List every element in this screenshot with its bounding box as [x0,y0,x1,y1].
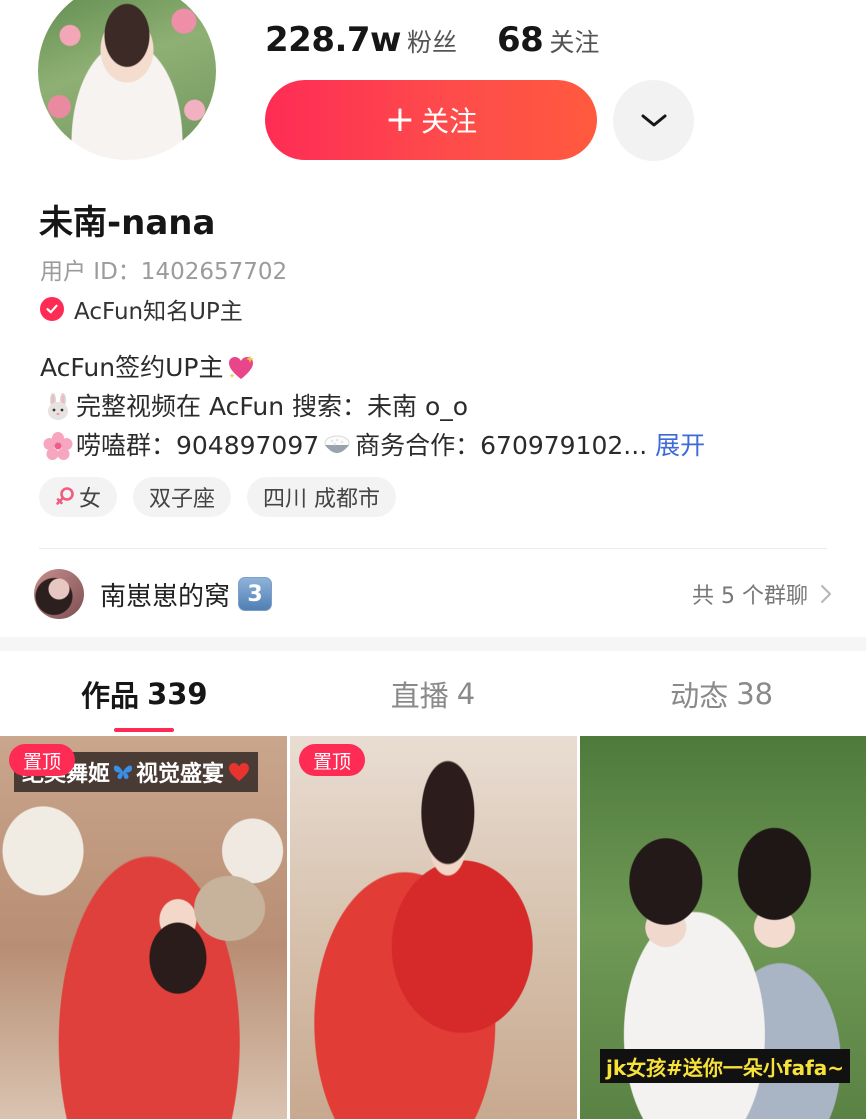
verification-label: AcFun知名UP主 [74,299,243,325]
chevron-down-icon [641,114,666,126]
bio-line: 完整视频在 AcFun 搜索：未南 o_o [40,387,705,426]
group-chat-row[interactable]: 南崽崽的窝 3 共 5 个群聊 [34,568,832,620]
gender-tag: 女 [39,477,118,517]
bio-line-2: 完整视频在 AcFun 搜索：未南 o_o [76,392,469,421]
section-divider [39,548,827,549]
bio-line-1: AcFun签约UP主 [40,353,224,382]
tab-works[interactable]: 作品 339 [0,651,289,736]
follow-button-label: 关注 [421,105,478,138]
verified-check-icon [40,297,64,321]
plus-icon: + [384,99,416,140]
group-count: 共 5 个群聊 [692,584,808,609]
profile-bio[interactable]: AcFun签约UP主 完整视频在 AcFun 搜索：未南 o_o 唠嗑群：904… [40,348,705,465]
bio-line: 唠嗑群：904897097 商务合作：670979102... 展开 [40,426,705,465]
tab-live[interactable]: 直播 4 [289,651,578,736]
location-tag: 四川 成都市 [247,477,397,517]
pinned-badge: 置顶 [9,744,76,776]
chevron-right-icon [821,585,831,603]
rabbit-emoji [48,392,68,420]
zodiac-tag-label: 双子座 [149,487,216,512]
bio-line-3b: 商务合作：670979102... [355,431,648,460]
bio-line-3: 唠嗑群：904897097 [76,431,320,460]
profile-avatar[interactable] [38,0,216,160]
following-count: 68 [496,20,544,60]
follow-button[interactable]: + 关注 [265,80,597,160]
cherry-blossom-emoji [43,431,73,460]
more-options-button[interactable] [613,80,694,161]
followers-stat[interactable]: 228.7w 粉丝 [265,20,457,60]
tab-works-count: 339 [147,676,208,711]
user-id[interactable]: 用户 ID：1402657702 [40,252,287,286]
profile-nickname: 未南-nana [39,203,216,243]
video-cover-title-tail: 视觉盛宴 [136,762,225,787]
profile-tags: 女 双子座 四川 成都市 [39,477,412,517]
bio-line: AcFun签约UP主 [40,348,705,387]
section-separator [0,637,866,651]
followers-count: 228.7w [265,20,401,60]
heart-emoji [229,763,250,781]
location-tag-label: 四川 成都市 [263,487,381,512]
following-stat[interactable]: 68 关注 [497,20,599,60]
female-symbol-icon [56,487,74,505]
sparkling-heart-emoji [229,354,255,379]
gender-tag-label: 女 [79,487,102,512]
following-label: 关注 [549,28,600,57]
tab-works-label: 作品 [81,678,140,713]
video-grid: 绝美舞姬 视觉盛宴 置顶 置顶 jk女孩#送你一朵小fafa~ [0,736,866,1119]
rice-bowl-emoji [324,435,350,453]
verification-badge: AcFun知名UP主 [40,292,243,326]
content-tabs: 作品 339 直播 4 动态 38 [0,651,866,736]
tab-moments-label: 动态 [670,678,729,713]
tab-moments[interactable]: 动态 38 [577,651,866,736]
video-card[interactable]: 绝美舞姬 视觉盛宴 置顶 [0,736,287,1119]
followers-label: 粉丝 [406,28,457,57]
video-card[interactable]: jk女孩#送你一朵小fafa~ [580,736,866,1119]
zodiac-tag: 双子座 [133,477,232,517]
butterfly-emoji [113,765,133,779]
video-card[interactable]: 置顶 [290,736,577,1119]
group-name: 南崽崽的窝 [100,581,231,612]
group-avatar [34,569,84,619]
tab-live-count: 4 [456,676,476,711]
profile-stats: 228.7w 粉丝 68 关注 [265,20,599,60]
active-tab-indicator [114,728,175,732]
tab-live-label: 直播 [390,678,449,713]
pinned-badge: 置顶 [299,744,366,776]
video-cover-caption: jk女孩#送你一朵小fafa~ [600,1049,851,1083]
group-number-badge: 3 [238,577,273,611]
tab-moments-count: 38 [736,676,774,711]
expand-bio-link[interactable]: 展开 [655,426,705,465]
